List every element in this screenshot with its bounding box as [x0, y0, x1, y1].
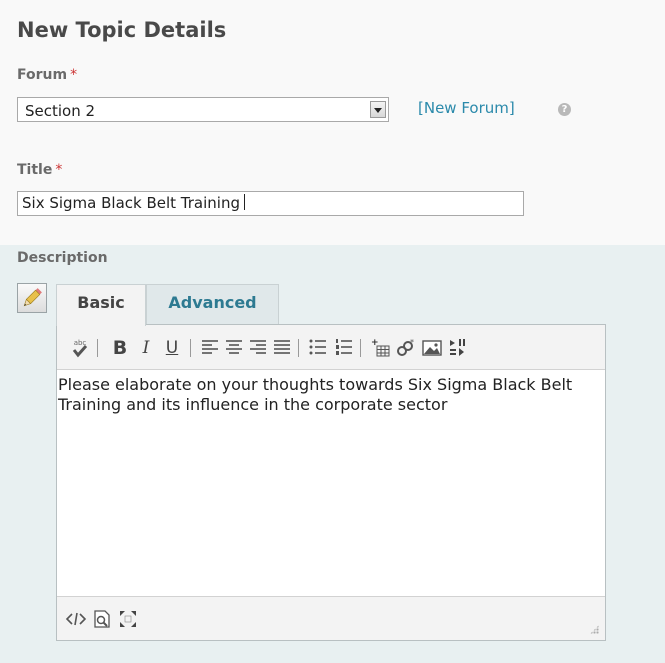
- insert-stuff-button[interactable]: [447, 337, 469, 359]
- resize-grip-icon[interactable]: [590, 625, 599, 634]
- forum-select[interactable]: Section 2: [17, 97, 389, 122]
- title-label: Title *: [17, 162, 62, 178]
- source-code-icon: [65, 612, 87, 626]
- bullet-list-button[interactable]: [307, 337, 329, 359]
- align-center-icon: [226, 340, 242, 354]
- html-editor: abc B I U + * Please elaborate on your t…: [56, 324, 606, 641]
- text-caret: [244, 194, 245, 210]
- fullscreen-icon: [120, 611, 136, 627]
- forum-select-value: Section 2: [25, 102, 96, 120]
- insert-stuff-icon: [450, 339, 465, 356]
- preview-button[interactable]: [91, 608, 113, 630]
- toolbar-divider: [298, 339, 299, 357]
- title-input[interactable]: Six Sigma Black Belt Training: [17, 191, 524, 216]
- numbered-list-icon: [336, 339, 352, 355]
- image-icon: [422, 340, 442, 356]
- svg-text:*: *: [410, 338, 414, 347]
- editor-content-area[interactable]: Please elaborate on your thoughts toward…: [57, 369, 605, 597]
- align-right-button[interactable]: [247, 337, 269, 359]
- tab-basic[interactable]: Basic: [56, 284, 146, 326]
- editor-footer: [57, 597, 605, 640]
- fullscreen-button[interactable]: [117, 608, 139, 630]
- editor-toolbar: abc B I U + *: [57, 325, 605, 369]
- pencil-icon: [23, 288, 42, 307]
- underline-button[interactable]: U: [161, 337, 183, 359]
- align-left-icon: [202, 340, 218, 354]
- align-center-button[interactable]: [223, 337, 245, 359]
- toolbar-divider: [190, 339, 191, 357]
- italic-button[interactable]: I: [135, 337, 157, 359]
- align-right-icon: [250, 340, 266, 354]
- insert-link-button[interactable]: *: [395, 337, 417, 359]
- table-icon: +: [371, 338, 390, 357]
- toolbar-divider: [360, 339, 361, 357]
- align-justify-icon: [274, 340, 290, 354]
- tab-advanced[interactable]: Advanced: [146, 284, 279, 324]
- justify-button[interactable]: [271, 337, 293, 359]
- title-input-value: Six Sigma Black Belt Training: [22, 194, 240, 212]
- description-label: Description: [17, 250, 108, 266]
- new-forum-link[interactable]: [New Forum]: [418, 99, 515, 117]
- help-icon[interactable]: ?: [558, 103, 571, 116]
- toolbar-divider: [97, 339, 98, 357]
- insert-image-button[interactable]: [421, 337, 443, 359]
- numbered-list-button[interactable]: [333, 337, 355, 359]
- required-marker: *: [70, 67, 78, 83]
- pencil-edit-button[interactable]: [17, 283, 47, 313]
- preview-icon: [94, 610, 110, 628]
- page-title: New Topic Details: [17, 18, 227, 42]
- forum-label-text: Forum: [17, 67, 68, 83]
- required-marker: *: [55, 162, 63, 178]
- bullet-list-icon: [309, 339, 326, 355]
- spellcheck-icon: abc: [72, 339, 88, 358]
- title-label-text: Title: [17, 162, 53, 178]
- align-left-button[interactable]: [199, 337, 221, 359]
- source-code-button[interactable]: [65, 608, 87, 630]
- insert-table-button[interactable]: +: [369, 337, 391, 359]
- link-icon: *: [397, 338, 414, 356]
- bold-button[interactable]: B: [109, 337, 131, 359]
- spellcheck-button[interactable]: abc: [69, 337, 91, 359]
- chevron-down-icon[interactable]: [370, 101, 386, 118]
- forum-label: Forum *: [17, 67, 77, 83]
